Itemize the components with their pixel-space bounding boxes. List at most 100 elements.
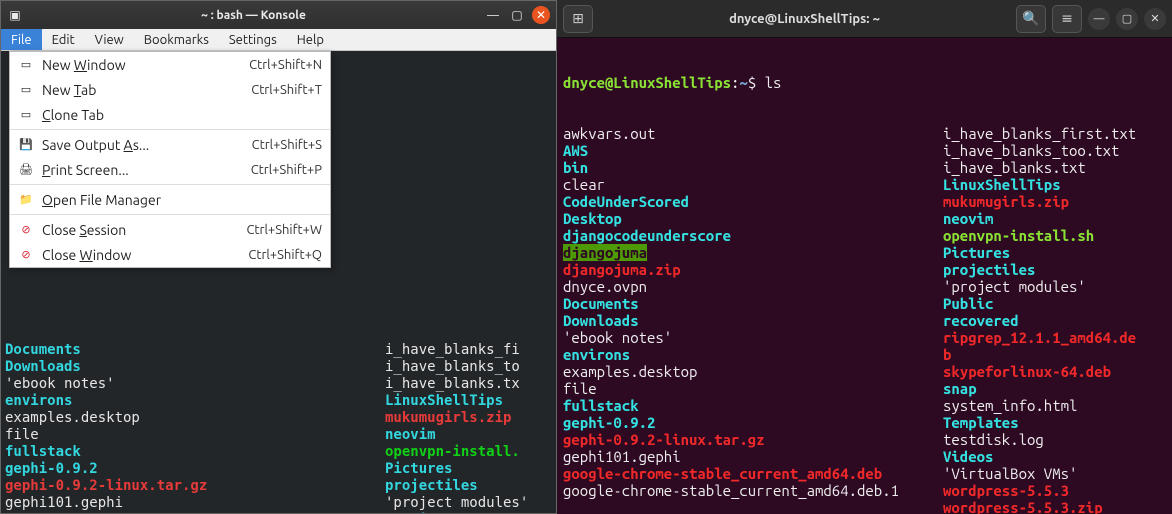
menu-item-shortcut: Ctrl+Shift+S (252, 138, 322, 152)
menubar-item-file[interactable]: File (1, 29, 42, 50)
ls-entry: Pictures (385, 461, 452, 477)
ls-entry: Documents (563, 295, 639, 312)
ls-entry: i_have_blanks_fi (385, 342, 520, 358)
ls-entry: ripgrep_12.1.1_amd64.de (943, 329, 1136, 346)
menu-item-label: New Window (42, 57, 241, 73)
menubar-item-view[interactable]: View (85, 29, 134, 50)
maximize-button[interactable]: ▢ (1116, 8, 1138, 30)
ls-entry: examples.desktop (5, 410, 140, 426)
konsole-title: ~ : bash — Konsole (29, 9, 478, 22)
menu-item-label: Clone Tab (42, 107, 314, 123)
ls-entry: 'ebook notes' (563, 329, 672, 346)
konsole-app-icon: ▣ (7, 7, 23, 23)
menubar-item-help[interactable]: Help (287, 29, 334, 50)
menubar-item-edit[interactable]: Edit (42, 29, 85, 50)
menu-item-label: Save Output As... (42, 137, 244, 153)
menu-item-shortcut: Ctrl+Shift+T (251, 83, 322, 97)
ls-entry: i_have_blanks_too.txt (943, 142, 1119, 159)
ls-entry: Downloads (563, 312, 639, 329)
ls-entry: wordpress-5.5.3 (943, 482, 1069, 499)
menu-item-label: New Tab (42, 82, 243, 98)
menu-item-icon: ▭ (18, 82, 34, 98)
menu-separator (10, 129, 330, 130)
ls-entry: Public (943, 295, 993, 312)
ls-entry: fullstack (5, 444, 81, 460)
ls-entry: 'project modules' (385, 495, 528, 511)
menu-item[interactable]: ⊘Close WindowCtrl+Shift+Q (10, 242, 330, 267)
ls-entry: AWS (563, 142, 588, 159)
menu-item-shortcut: Ctrl+Shift+Q (248, 248, 322, 262)
menu-item-shortcut: Ctrl+Shift+P (251, 163, 322, 177)
file-menu-dropdown: ▭ New Window Ctrl+Shift+N ▭ New Tab Ctrl+Shif… (9, 51, 331, 268)
ls-entry: wordpress-5.5.3.zip (943, 499, 1103, 514)
ls-entry: dnyce.ovpn (563, 278, 647, 295)
ls-entry: openvpn-install. (385, 444, 520, 460)
minimize-button[interactable]: — (484, 6, 502, 24)
menubar-item-bookmarks[interactable]: Bookmarks (134, 29, 219, 50)
ls-entry: awkvars.out (563, 125, 655, 142)
menu-item-icon: ▭ (18, 107, 34, 123)
minimize-button[interactable]: — (1088, 8, 1110, 30)
ls-entry: mukumugirls.zip (943, 193, 1069, 210)
menu-item[interactable]: ▭ New Window Ctrl+Shift+N (10, 52, 330, 77)
ls-entry: b (943, 346, 951, 363)
konsole-window: ▣ ~ : bash — Konsole — ▢ ✕ FileEditViewB… (0, 0, 557, 514)
ls-entry: clear (563, 176, 605, 193)
ls-entry: Documents (5, 342, 81, 358)
ls-entry: environs (5, 393, 72, 409)
ls-entry: Templates (943, 414, 1019, 431)
menu-item-label: Open File Manager (42, 192, 314, 208)
menu-separator (10, 214, 330, 215)
ls-entry: Desktop (563, 210, 622, 227)
ls-entry: gephi101.gephi (563, 448, 681, 465)
ls-entry: bin (563, 159, 588, 176)
ls-entry: skypeforlinux-64.deb (943, 363, 1111, 380)
ls-entry: LinuxShellTips (943, 176, 1061, 193)
menubar: FileEditViewBookmarksSettingsHelp (1, 29, 556, 51)
menu-item-shortcut: Ctrl+Shift+W (246, 223, 322, 237)
prompt-line: dnyce@LinuxShellTips:~$ ls (563, 74, 1166, 91)
ls-entry: 'project modules' (943, 278, 1086, 295)
new-tab-button[interactable]: ⊞ (563, 5, 593, 33)
search-button[interactable]: 🔍 (1016, 5, 1046, 33)
konsole-titlebar[interactable]: ▣ ~ : bash — Konsole — ▢ ✕ (1, 1, 556, 29)
ls-entry: Downloads (5, 359, 81, 375)
ls-entry: snap (943, 380, 977, 397)
ls-entry: gephi-0.9.2 (563, 414, 655, 431)
ls-entry: google-chrome-stable_current_amd64.deb.1 (563, 482, 899, 499)
maximize-button[interactable]: ▢ (508, 6, 526, 24)
ls-entry: CodeUnderScored (563, 193, 689, 210)
menu-item-icon: ▭ (18, 57, 34, 73)
ls-entry: Pictures (943, 244, 1010, 261)
gnome-title: dnyce@LinuxShellTips: ~ (599, 12, 1010, 26)
menu-item[interactable]: 🖨Print Screen...Ctrl+Shift+P (10, 157, 330, 182)
hamburger-menu-button[interactable]: ≡ (1052, 5, 1082, 33)
menu-item[interactable]: ▭ Clone Tab (10, 102, 330, 127)
ls-entry: djangojuma.zip (563, 261, 681, 278)
ls-entry: LinuxShellTips (385, 393, 503, 409)
menubar-item-settings[interactable]: Settings (219, 29, 287, 50)
ls-entry: google-chrome-stable_current_amd64.deb (5, 512, 325, 513)
close-button[interactable]: ✕ (532, 6, 550, 24)
menu-item-icon: ⊘ (18, 222, 34, 238)
ls-entry: i_have_blanks_to (385, 359, 520, 375)
menu-item[interactable]: 📁Open File Manager (10, 187, 330, 212)
ls-entry: Public (385, 512, 436, 513)
ls-entry: testdisk.log (943, 431, 1044, 448)
menu-item-icon: 💾 (18, 137, 34, 153)
ls-entry: 'ebook notes' (5, 376, 115, 392)
ls-entry: projectiles (943, 261, 1035, 278)
ls-entry: environs (563, 346, 630, 363)
menu-item[interactable]: ⊘Close SessionCtrl+Shift+W (10, 217, 330, 242)
ls-entry: recovered (943, 312, 1019, 329)
close-button[interactable]: ✕ (1144, 8, 1166, 30)
ls-entry: openvpn-install.sh (943, 227, 1094, 244)
gnome-titlebar[interactable]: ⊞ dnyce@LinuxShellTips: ~ 🔍 ≡ — ▢ ✕ (557, 0, 1172, 38)
menu-separator (10, 184, 330, 185)
menu-item[interactable]: ▭ New Tab Ctrl+Shift+T (10, 77, 330, 102)
ls-entry: file (563, 380, 597, 397)
ls-entry: i_have_blanks.tx (385, 376, 520, 392)
menu-item[interactable]: 💾 Save Output As... Ctrl+Shift+S (10, 132, 330, 157)
gnome-terminal[interactable]: dnyce@LinuxShellTips:~$ ls awkvars.outAW… (557, 38, 1172, 514)
menu-item-shortcut: Ctrl+Shift+N (249, 58, 322, 72)
